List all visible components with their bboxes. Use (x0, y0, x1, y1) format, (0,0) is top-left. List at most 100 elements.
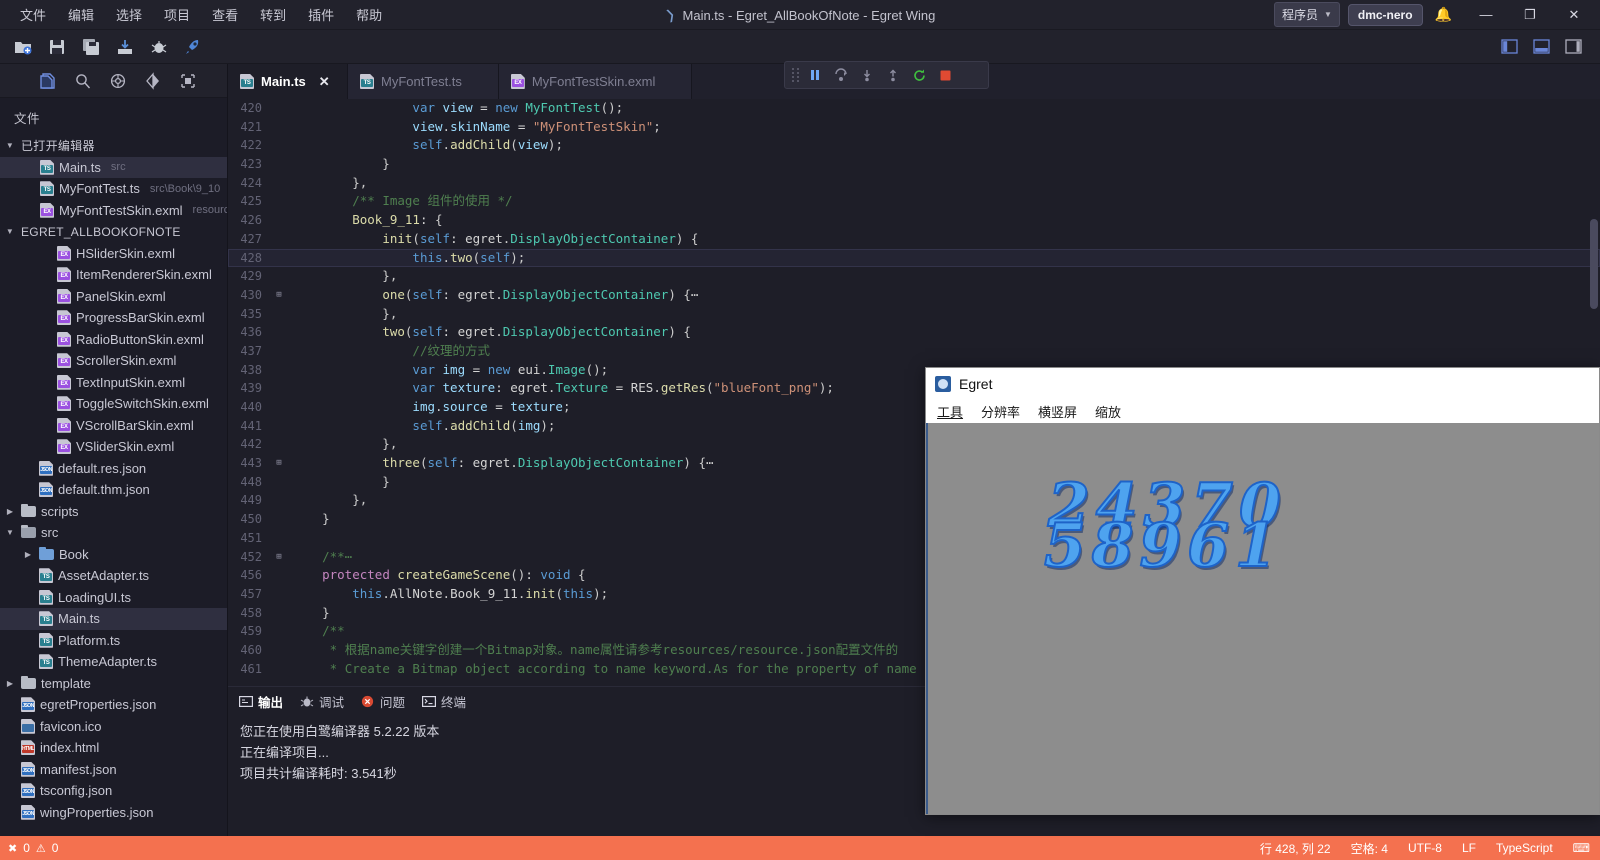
tree-item-favicon-ico[interactable]: favicon.ico (0, 716, 227, 738)
tree-item-wingproperties-json[interactable]: JSON wingProperties.json (0, 802, 227, 824)
debug-panel-icon[interactable] (137, 67, 169, 95)
stop-button[interactable] (933, 64, 957, 86)
code-line[interactable]: 421 view.skinName = "MyFontTestSkin"; (228, 118, 1600, 137)
panel-tab-output[interactable]: 输出 (238, 692, 283, 711)
code-line[interactable]: 426 Book_9_11: { (228, 211, 1600, 230)
tree-item-egretproperties-json[interactable]: JSON egretProperties.json (0, 694, 227, 716)
code-line[interactable]: 428 this.two(self); (228, 248, 1600, 268)
search-icon[interactable] (67, 67, 99, 95)
code-line[interactable]: 425 /** Image 组件的使用 */ (228, 192, 1600, 211)
menu-item-file[interactable]: 文件 (10, 1, 56, 28)
panel-tab-problems[interactable]: 问题 (360, 692, 405, 711)
section-project-root[interactable]: EGRET_ALLBOOKOFNOTE (0, 221, 227, 243)
tree-item-scripts[interactable]: scripts (0, 501, 227, 523)
egret-menu-resolution[interactable]: 分辨率 (979, 401, 1022, 422)
chevron-right-icon[interactable] (22, 550, 34, 559)
menu-item-plugins[interactable]: 插件 (298, 1, 344, 28)
tree-item-manifest-json[interactable]: JSON manifest.json (0, 759, 227, 781)
publish-icon[interactable] (110, 34, 140, 60)
code-line[interactable]: 420 var view = new MyFontTest(); (228, 99, 1600, 118)
chevron-right-icon[interactable] (4, 507, 16, 516)
close-tab-icon[interactable]: ✕ (319, 74, 330, 90)
notifications-bell-icon[interactable]: 🔔 (1431, 6, 1456, 23)
tree-item-scrollerskin-exml[interactable]: EX ScrollerSkin.exml (0, 350, 227, 372)
code-line[interactable]: 424 }, (228, 174, 1600, 193)
close-button[interactable]: ✕ (1552, 0, 1596, 30)
code-line[interactable]: 430 ⊞ one(self: egret.DisplayObjectContai… (228, 286, 1600, 305)
panel-tab-terminal[interactable]: 终端 (421, 692, 466, 711)
maximize-button[interactable]: ❐ (1508, 0, 1552, 30)
code-line[interactable]: 427 init(self: egret.DisplayObjectContai… (228, 230, 1600, 249)
save-all-icon[interactable] (76, 34, 106, 60)
indent-setting[interactable]: 空格: 4 (1349, 840, 1390, 857)
tree-item-template[interactable]: template (0, 673, 227, 695)
tree-item-default-thm-json[interactable]: JSON default.thm.json (0, 479, 227, 501)
egret-window-titlebar[interactable]: Egret (926, 368, 1599, 399)
egret-menu-zoom[interactable]: 缩放 (1093, 401, 1123, 422)
tree-item-itemrendererskin-exml[interactable]: EX ItemRendererSkin.exml (0, 264, 227, 286)
extensions-icon[interactable] (172, 67, 204, 95)
tree-item-book[interactable]: Book (0, 544, 227, 566)
open-editor-myfonttestskin-exml[interactable]: EX MyFontTestSkin.exml resourc... (0, 200, 227, 222)
toggle-panel-icon[interactable] (1528, 36, 1554, 58)
section-open-editors[interactable]: 已打开编辑器 (0, 135, 227, 157)
toggle-sidebar-icon[interactable] (1496, 36, 1522, 58)
menu-item-project[interactable]: 项目 (154, 1, 200, 28)
tree-item-default-res-json[interactable]: JSON default.res.json (0, 458, 227, 480)
egret-stage[interactable]: 24370 58961 (926, 423, 1599, 814)
file-tree[interactable]: 已打开编辑器 TS Main.ts src TS MyFontTest.ts s… (0, 135, 227, 836)
keyboard-layout-icon[interactable]: ⌨ (1571, 841, 1592, 855)
tree-item-progressbarskin-exml[interactable]: EX ProgressBarSkin.exml (0, 307, 227, 329)
new-project-icon[interactable] (8, 34, 38, 60)
fold-expand-icon[interactable]: ⊞ (272, 454, 286, 473)
egret-menu-tools[interactable]: 工具 (935, 401, 965, 422)
tree-item-vsliderskin-exml[interactable]: EX VSliderSkin.exml (0, 436, 227, 458)
debug-control-bar[interactable] (784, 61, 989, 89)
drag-handle[interactable] (789, 68, 801, 82)
code-line[interactable]: 422 self.addChild(view); (228, 136, 1600, 155)
code-line[interactable]: 435 }, (228, 305, 1600, 324)
eol-setting[interactable]: LF (1460, 841, 1478, 855)
tab-myfonttest-ts[interactable]: TS MyFontTest.ts ✕ (348, 64, 499, 99)
toggle-right-panel-icon[interactable] (1560, 36, 1586, 58)
run-icon[interactable] (178, 34, 208, 60)
tree-item-src[interactable]: src (0, 522, 227, 544)
tree-item-assetadapter-ts[interactable]: TS AssetAdapter.ts (0, 565, 227, 587)
scrollbar-thumb[interactable] (1590, 219, 1598, 309)
panel-tab-debug[interactable]: 调试 (299, 692, 344, 711)
menu-item-select[interactable]: 选择 (106, 1, 152, 28)
source-control-icon[interactable] (102, 67, 134, 95)
chevron-down-icon[interactable] (4, 528, 16, 537)
save-icon[interactable] (42, 34, 72, 60)
language-mode[interactable]: TypeScript (1494, 841, 1555, 855)
tree-item-vscrollbarskin-exml[interactable]: EX VScrollBarSkin.exml (0, 415, 227, 437)
tree-item-platform-ts[interactable]: TS Platform.ts (0, 630, 227, 652)
tree-item-toggleswitchskin-exml[interactable]: EX ToggleSwitchSkin.exml (0, 393, 227, 415)
user-name-chip[interactable]: dmc-nero (1347, 3, 1423, 26)
open-editor-myfonttest-ts[interactable]: TS MyFontTest.ts src\Book\9_10 (0, 178, 227, 200)
code-line[interactable]: 429 }, (228, 267, 1600, 286)
code-line[interactable]: 437 //纹理的方式 (228, 342, 1600, 361)
tree-item-hsliderskin-exml[interactable]: EX HSliderSkin.exml (0, 243, 227, 265)
tree-item-main-ts[interactable]: TS Main.ts (0, 608, 227, 630)
tree-item-textinputskin-exml[interactable]: EX TextInputSkin.exml (0, 372, 227, 394)
step-over-button[interactable] (829, 64, 853, 86)
step-out-button[interactable] (881, 64, 905, 86)
cursor-position[interactable]: 行 428, 列 22 (1258, 840, 1333, 857)
tree-item-tsconfig-json[interactable]: JSON tsconfig.json (0, 780, 227, 802)
tree-item-panelskin-exml[interactable]: EX PanelSkin.exml (0, 286, 227, 308)
tree-item-loadingui-ts[interactable]: TS LoadingUI.ts (0, 587, 227, 609)
status-diagnostics[interactable]: ✖ 0 ⚠ 0 (8, 841, 58, 855)
menu-item-edit[interactable]: 编辑 (58, 1, 104, 28)
code-line[interactable]: 436 two(self: egret.DisplayObjectContain… (228, 323, 1600, 342)
menu-item-goto[interactable]: 转到 (250, 1, 296, 28)
pause-button[interactable] (803, 64, 827, 86)
tab-main-ts[interactable]: TS Main.ts ✕ (228, 64, 348, 99)
role-selector[interactable]: 程序员 ▼ (1273, 2, 1340, 27)
egret-menu-orientation[interactable]: 横竖屏 (1036, 401, 1079, 422)
minimize-button[interactable]: — (1464, 0, 1508, 30)
debug-icon[interactable] (144, 34, 174, 60)
tree-item-index-html[interactable]: HTML index.html (0, 737, 227, 759)
encoding-setting[interactable]: UTF-8 (1406, 841, 1444, 855)
fold-expand-icon[interactable]: ⊞ (272, 548, 286, 567)
